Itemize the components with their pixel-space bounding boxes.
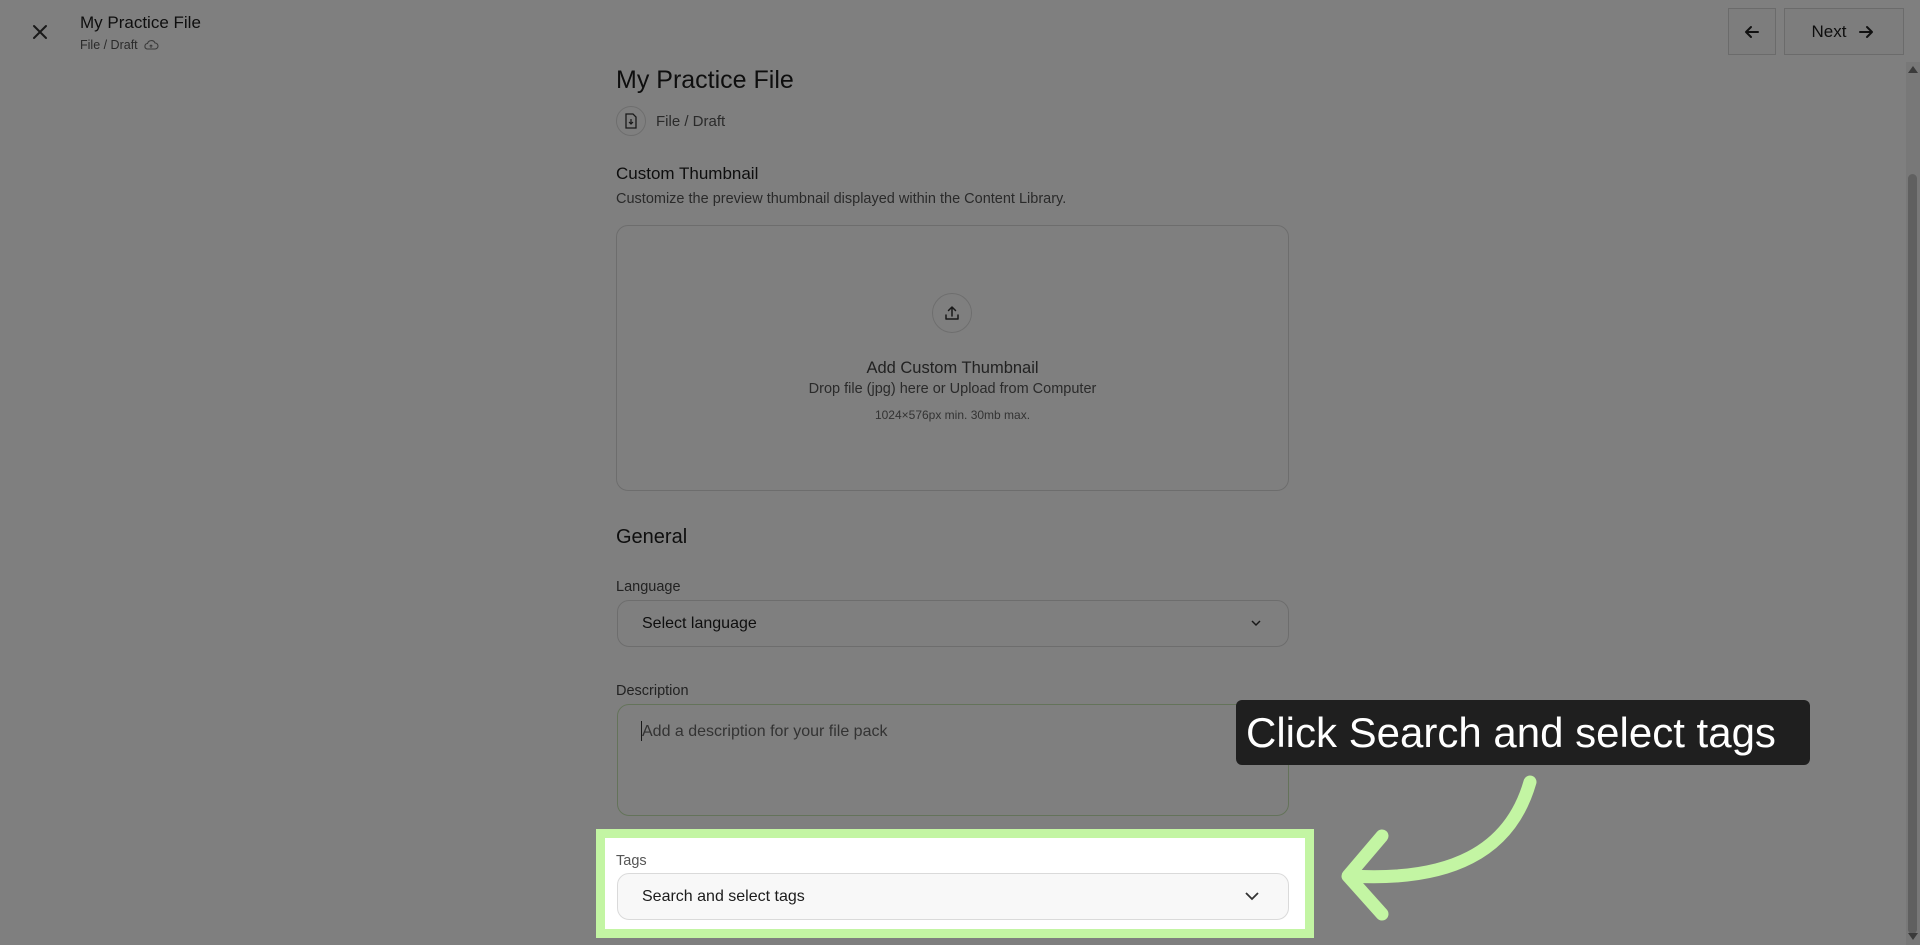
instruction-callout: Click Search and select tags (1236, 700, 1810, 765)
callout-text: Click Search and select tags (1246, 708, 1776, 756)
chevron-down-icon (1251, 620, 1261, 627)
back-button[interactable] (1728, 8, 1776, 55)
next-button[interactable]: Next (1784, 8, 1904, 55)
scroll-down-icon[interactable] (1908, 933, 1918, 940)
dropzone-subtitle: Drop file (jpg) here or Upload from Comp… (808, 381, 1097, 397)
file-breadcrumb: File / Draft (656, 113, 726, 130)
arrow-left-icon (1745, 25, 1759, 38)
file-download-icon (616, 106, 646, 136)
close-icon[interactable] (26, 18, 54, 46)
language-select[interactable]: Select language (617, 600, 1289, 647)
thumbnail-dropzone[interactable] (616, 225, 1289, 491)
language-select-value: Select language (642, 614, 757, 632)
language-label: Language (616, 579, 681, 595)
page-title: My Practice File (616, 66, 794, 94)
header-subtitle: File / Draft (80, 38, 138, 52)
scroll-up-icon[interactable] (1908, 66, 1918, 73)
tags-label: Tags (616, 853, 647, 869)
tags-select[interactable]: Search and select tags (617, 873, 1289, 920)
cloud-sync-icon (144, 40, 159, 50)
header-breadcrumb: File / Draft (80, 38, 159, 52)
chevron-down-icon (1245, 892, 1259, 901)
header-title: My Practice File (80, 13, 201, 32)
scrollbar-thumb[interactable] (1908, 174, 1917, 934)
dropzone-hint: 1024×576px min. 30mb max. (874, 408, 1031, 422)
text-caret (641, 721, 642, 741)
arrow-right-icon (1859, 25, 1874, 38)
description-placeholder: Add a description for your file pack (642, 723, 888, 740)
page: My Practice File File / Draft Next My Pr… (0, 0, 1920, 945)
next-button-label: Next (1811, 21, 1847, 41)
thumbnail-label: Custom Thumbnail (616, 164, 759, 183)
description-textarea[interactable]: Add a description for your file pack (617, 704, 1289, 816)
general-heading: General (616, 526, 688, 548)
curved-arrow-icon (1341, 775, 1537, 921)
upload-icon[interactable] (932, 293, 972, 333)
tags-select-value: Search and select tags (642, 887, 805, 905)
dropzone-title: Add Custom Thumbnail (866, 359, 1039, 377)
thumbnail-description: Customize the preview thumbnail displaye… (616, 191, 1067, 207)
description-label: Description (616, 683, 689, 699)
